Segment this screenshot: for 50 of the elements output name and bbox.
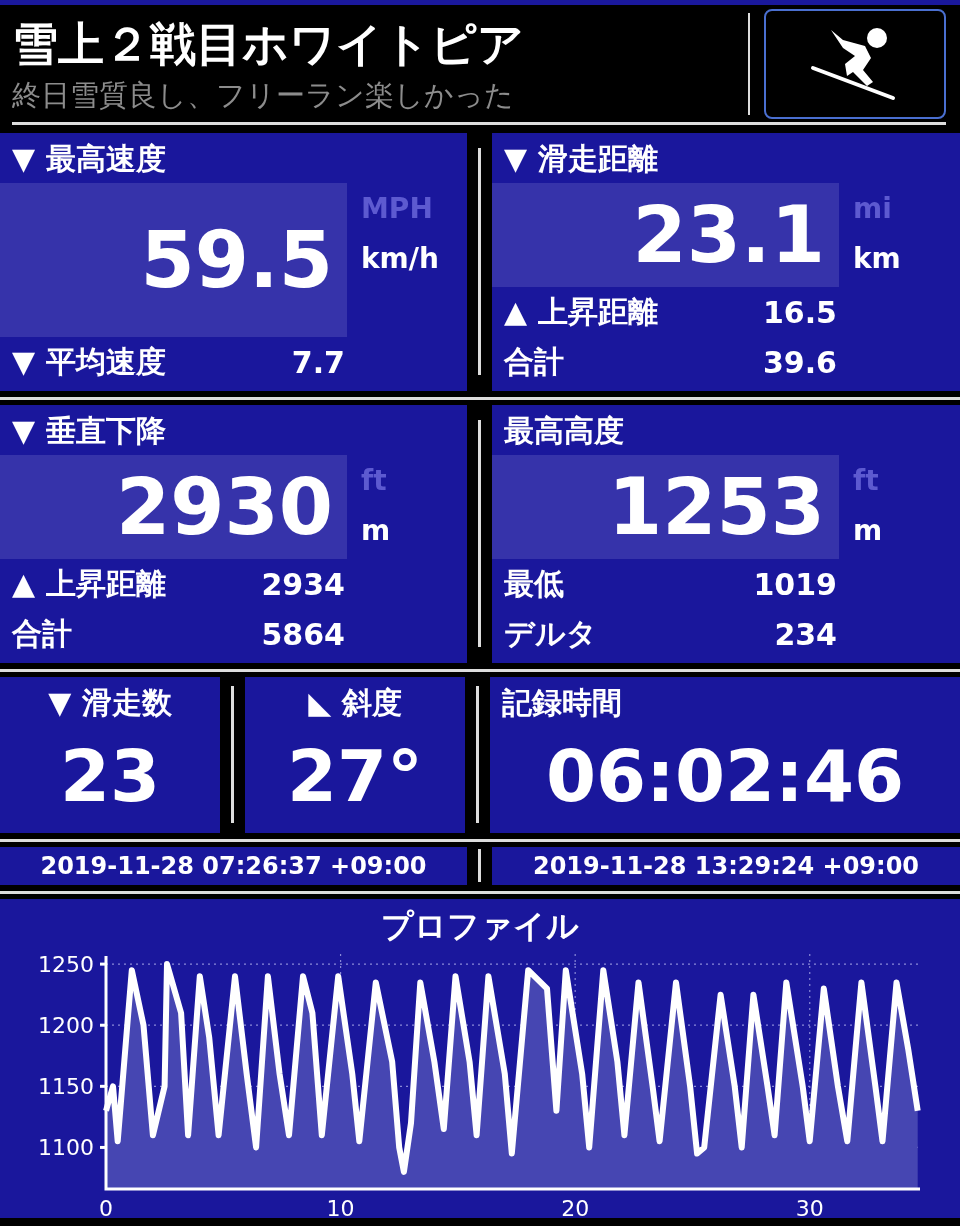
x-tick-label: 20 xyxy=(561,1196,590,1218)
x-tick-label: 10 xyxy=(326,1196,355,1218)
x-tick-label: 0 xyxy=(99,1196,113,1218)
unit-label: MPH xyxy=(361,191,434,227)
metric-label: ▼ 最高速度 xyxy=(11,140,167,178)
metric-value: 1253 xyxy=(492,455,839,559)
detail-value: 7.7 xyxy=(291,344,346,380)
detail-label: ▲ 上昇距離 xyxy=(503,292,658,331)
timestamp: 2019-11-28 13:29:24 +09:00 xyxy=(492,847,960,885)
timestamp: 2019-11-28 07:26:37 +09:00 xyxy=(0,847,467,885)
activity-note: 終日雪質良し、フリーラン楽しかった xyxy=(12,76,515,114)
detail-label: ▼ 平均速度 xyxy=(11,342,166,381)
detail-value: 16.5 xyxy=(762,294,838,330)
activity-type-button[interactable] xyxy=(764,8,946,119)
chart-title: プロファイル xyxy=(381,907,579,945)
detail-label: 最低 xyxy=(503,564,564,603)
x-tick-label: 30 xyxy=(795,1196,824,1218)
metric-label: ▼ 垂直下降 xyxy=(11,412,167,450)
detail-label: デルタ xyxy=(503,614,597,653)
detail-value: 5864 xyxy=(261,616,346,652)
unit-label: km xyxy=(853,241,902,277)
detail-label: 合計 xyxy=(10,614,72,653)
unit-label: mi xyxy=(853,191,893,227)
detail-value: 234 xyxy=(774,616,838,652)
y-tick-label: 1100 xyxy=(38,1135,94,1161)
counter-label: ◣ 斜度 xyxy=(308,684,402,722)
duration-value: 06:02:46 xyxy=(544,733,906,820)
metric-value: 23.1 xyxy=(492,183,839,287)
y-tick-label: 1200 xyxy=(38,1013,94,1039)
counter-value: 27° xyxy=(285,733,425,820)
y-tick-label: 1150 xyxy=(38,1074,94,1100)
metric-value: 59.5 xyxy=(0,183,347,337)
metric-value: 2930 xyxy=(0,455,347,559)
unit-label: ft xyxy=(361,463,388,499)
metric-label: ▼ 滑走距離 xyxy=(503,140,659,178)
detail-label: ▲ 上昇距離 xyxy=(11,564,166,603)
unit-label: m xyxy=(361,513,392,549)
unit-label: ft xyxy=(853,463,880,499)
unit-label: km/h xyxy=(361,241,440,277)
counter-label: ▼ 滑走数 xyxy=(48,684,172,722)
activity-title: 雪上２戦目ホワイトピア xyxy=(12,15,525,73)
counter-value: 23 xyxy=(58,733,162,820)
y-tick-label: 1250 xyxy=(38,952,94,978)
unit-label: m xyxy=(853,513,884,549)
detail-value: 39.6 xyxy=(762,344,838,380)
metric-label: 最高高度 xyxy=(503,412,625,450)
detail-value: 1019 xyxy=(753,566,838,602)
detail-label: 合計 xyxy=(502,342,564,381)
duration-label: 記録時間 xyxy=(501,684,622,722)
detail-value: 2934 xyxy=(261,566,346,602)
